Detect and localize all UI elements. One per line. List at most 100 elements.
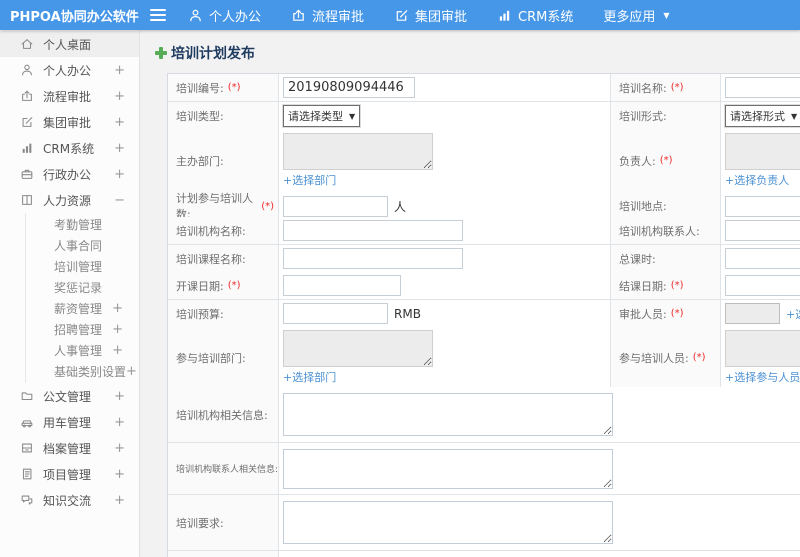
form-row: 培训要求: <box>168 495 800 551</box>
nav-item-process-approval[interactable]: 流程审批 <box>291 6 364 25</box>
sidebar-hr-submenu: 考勤管理 人事合同 培训管理 奖惩记录 薪资管理 + 招聘管理 + 人事管理 + <box>25 213 139 383</box>
participants-textarea[interactable] <box>725 330 800 367</box>
field-label-cell: 培训形式: <box>611 102 721 131</box>
expand-toggle[interactable]: + <box>126 365 137 378</box>
field-label-cell: 附件文档: <box>168 551 279 557</box>
expand-toggle[interactable]: + <box>114 468 125 481</box>
budget-input[interactable] <box>283 303 388 324</box>
nav-label: 个人办公 <box>209 9 262 25</box>
expand-toggle[interactable]: + <box>114 116 125 129</box>
expand-toggle[interactable]: + <box>114 416 125 429</box>
sidebar-item-personal-desktop[interactable]: 个人桌面 <box>0 31 139 57</box>
field-label: 培训预算: <box>176 307 224 321</box>
sidebar-subitem-salary[interactable]: 薪资管理 + <box>26 298 139 319</box>
field-label-cell: 培训机构联系人: <box>611 217 721 245</box>
sidebar-item-project-mgmt[interactable]: 项目管理 + <box>0 461 139 487</box>
expand-toggle[interactable]: + <box>112 323 123 336</box>
org-info-textarea[interactable] <box>283 393 613 436</box>
field-label: 培训机构名称: <box>176 224 246 238</box>
field-label-cell: 培训课程名称: <box>168 245 279 273</box>
org-name-input[interactable] <box>283 220 463 241</box>
nav-item-personal-office[interactable]: 个人办公 <box>188 6 261 25</box>
sidebar-item-document-mgmt[interactable]: 公文管理 + <box>0 383 139 409</box>
host-department-textarea[interactable] <box>283 133 433 170</box>
sidebar-item-vehicle-mgmt[interactable]: 用车管理 + <box>0 409 139 435</box>
sidebar-subitem-recruitment[interactable]: 招聘管理 + <box>26 319 139 340</box>
sidebar-item-group-approval[interactable]: 集团审批 + <box>0 109 139 135</box>
participating-department-textarea[interactable] <box>283 330 433 367</box>
expand-toggle[interactable]: + <box>112 302 123 315</box>
field-label-cell: 负责人: (*) <box>611 130 721 192</box>
approver-input[interactable] <box>725 303 780 324</box>
nav-item-crm[interactable]: CRM系统 <box>497 6 573 25</box>
sidebar-item-archives-mgmt[interactable]: 档案管理 + <box>0 435 139 461</box>
form-row: 培训编号:(*) 培训名称:(*) <box>168 74 800 102</box>
field-label: 培训地点: <box>619 200 667 213</box>
field-label-cell: 结课日期: (*) <box>611 272 721 300</box>
select-value: 请选择类型 <box>288 110 343 123</box>
caret-down-icon: ▼ <box>349 111 356 121</box>
nav-item-more-apps[interactable]: 更多应用 ▼ <box>603 6 669 25</box>
form-row: 计划参与培训人数: (*) 人 培训地点: <box>168 190 800 223</box>
form-row: 主办部门: +选择部门 负责人: (*) +选择负责人 <box>168 130 800 192</box>
end-date-input[interactable] <box>725 275 800 296</box>
required-mark: (*) <box>227 82 241 93</box>
form-row: 参与培训部门: +选择部门 参与培训人员: (*) +选择参与人员 <box>168 327 800 389</box>
top-nav: 个人办公 流程审批 集团审批 CRM系统 更多应用 ▼ <box>188 6 670 25</box>
sidebar-subitem-hr-contract[interactable]: 人事合同 <box>26 235 139 256</box>
main-content: 培训计划发布 培训编号:(*) 培训名称:(*) <box>141 30 800 557</box>
training-type-select[interactable]: 请选择类型 ▼ <box>281 104 362 128</box>
training-location-input[interactable] <box>725 195 800 217</box>
training-requirements-textarea[interactable] <box>283 501 613 544</box>
notebook-icon <box>20 467 34 481</box>
expand-toggle[interactable]: + <box>114 494 125 507</box>
course-name-input[interactable] <box>283 248 463 269</box>
expand-toggle[interactable]: + <box>112 344 123 357</box>
sidebar-item-knowledge-exchange[interactable]: 知识交流 + <box>0 487 139 513</box>
expand-toggle[interactable]: + <box>114 390 125 403</box>
sidebar-subitem-rewards[interactable]: 奖惩记录 <box>26 277 139 298</box>
select-participants-link[interactable]: +选择参与人员 <box>725 369 800 385</box>
total-hours-input[interactable] <box>725 248 800 269</box>
sidebar-subitem-personnel[interactable]: 人事管理 + <box>26 340 139 361</box>
field-label-cell: 培训名称: (*) <box>611 74 721 102</box>
required-mark: (*) <box>227 280 241 291</box>
user-icon <box>20 63 34 77</box>
training-number-input[interactable] <box>283 77 415 98</box>
select-approver-link[interactable]: +选择审批人员 <box>786 306 800 322</box>
bar-chart-icon <box>497 8 512 23</box>
expand-toggle[interactable]: + <box>114 442 125 455</box>
field-label-cell: 主办部门: <box>168 130 279 192</box>
sidebar-subitem-training[interactable]: 培训管理 <box>26 256 139 277</box>
org-contact-info-textarea[interactable] <box>283 448 613 489</box>
bar-chart-icon <box>20 141 34 155</box>
expand-toggle[interactable]: + <box>114 168 125 181</box>
field-label-cell: 培训预算: <box>168 300 279 328</box>
sidebar-subitem-base-category[interactable]: 基础类别设置 + <box>26 361 139 382</box>
sidebar-item-admin-office[interactable]: 行政办公 + <box>0 161 139 187</box>
collapse-toggle[interactable]: − <box>114 194 125 207</box>
nav-item-group-approval[interactable]: 集团审批 <box>394 6 467 25</box>
select-department-link[interactable]: +选择部门 <box>283 369 336 385</box>
org-contact-input[interactable] <box>725 220 800 241</box>
select-responsible-link[interactable]: +选择负责人 <box>725 172 789 188</box>
sidebar-subitem-attendance[interactable]: 考勤管理 <box>26 214 139 235</box>
field-label: 结课日期: <box>619 279 667 293</box>
responsible-person-textarea[interactable] <box>725 133 800 170</box>
sidebar-item-hr[interactable]: 人力资源 − <box>0 187 139 213</box>
training-name-input[interactable] <box>725 77 800 98</box>
field-label: 培训形式: <box>619 110 667 123</box>
expand-toggle[interactable]: + <box>114 64 125 77</box>
expand-toggle[interactable]: + <box>114 142 125 155</box>
hamburger-menu-icon[interactable] <box>150 9 166 21</box>
select-department-link[interactable]: +选择部门 <box>283 172 336 188</box>
start-date-input[interactable] <box>283 275 401 296</box>
form-row: 培训机构联系人相关信息: <box>168 443 800 495</box>
required-mark: (*) <box>261 200 274 212</box>
sidebar-item-crm[interactable]: CRM系统 + <box>0 135 139 161</box>
sidebar-item-process-approval[interactable]: 流程审批 + <box>0 83 139 109</box>
expand-toggle[interactable]: + <box>114 90 125 103</box>
planned-participants-input[interactable] <box>283 195 388 217</box>
training-form-select[interactable]: 请选择形式 ▼ <box>723 104 800 128</box>
sidebar-item-personal-office[interactable]: 个人办公 + <box>0 57 139 83</box>
